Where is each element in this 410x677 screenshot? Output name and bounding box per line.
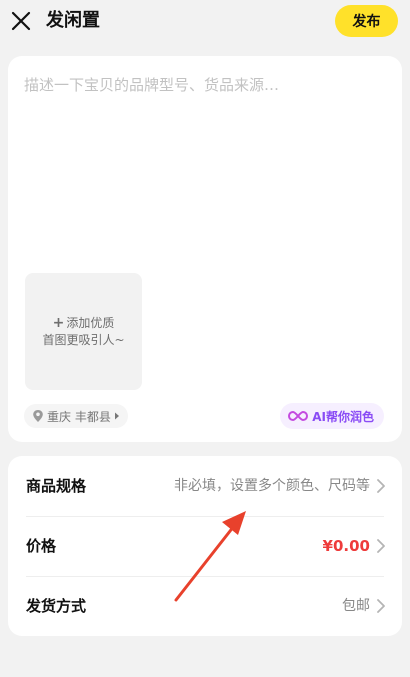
top-bar: 发闲置 发布 <box>0 0 410 44</box>
chevron-right-icon <box>377 479 385 493</box>
description-input[interactable] <box>24 74 384 264</box>
publish-button[interactable]: 发布 <box>335 5 398 37</box>
caret-right-icon <box>114 412 119 420</box>
ai-infinity-icon <box>288 410 309 422</box>
spec-label: 商品规格 <box>26 477 87 495</box>
add-photo-text-2: 首图更吸引人~ <box>42 332 125 347</box>
price-label: 价格 <box>26 537 57 555</box>
shipping-label: 发货方式 <box>26 597 87 615</box>
shipping-row[interactable]: 发货方式 包邮 <box>8 576 402 636</box>
close-icon <box>11 11 31 31</box>
add-photo-text-1: 添加优质 <box>66 315 115 330</box>
spec-card: 商品规格 非必填，设置多个颜色、尺码等 价格 ¥0.00 发货方式 包邮 <box>8 456 402 636</box>
page-title: 发闲置 <box>46 10 100 31</box>
location-pin-icon <box>33 410 43 422</box>
ai-polish-label: AI帮你润色 <box>312 409 374 424</box>
close-button[interactable] <box>10 10 32 32</box>
add-photo-button[interactable]: + 添加优质 首图更吸引人~ <box>25 273 142 390</box>
location-chip[interactable]: 重庆 丰都县 <box>24 404 128 428</box>
spec-row[interactable]: 商品规格 非必填，设置多个颜色、尺码等 <box>8 456 402 516</box>
shipping-value: 包邮 <box>342 598 370 614</box>
spec-value: 非必填，设置多个颜色、尺码等 <box>174 478 370 494</box>
add-photo-line1: + 添加优质 <box>53 315 115 332</box>
plus-icon: + <box>52 314 65 331</box>
price-value: ¥0.00 <box>322 537 370 555</box>
price-row[interactable]: 价格 ¥0.00 <box>8 516 402 576</box>
chevron-right-icon <box>377 539 385 553</box>
location-label: 重庆 丰都县 <box>47 409 111 424</box>
editor-card: + 添加优质 首图更吸引人~ 重庆 丰都县 AI帮你润色 <box>8 56 402 442</box>
chevron-right-icon <box>377 599 385 613</box>
ai-polish-button[interactable]: AI帮你润色 <box>280 403 384 429</box>
